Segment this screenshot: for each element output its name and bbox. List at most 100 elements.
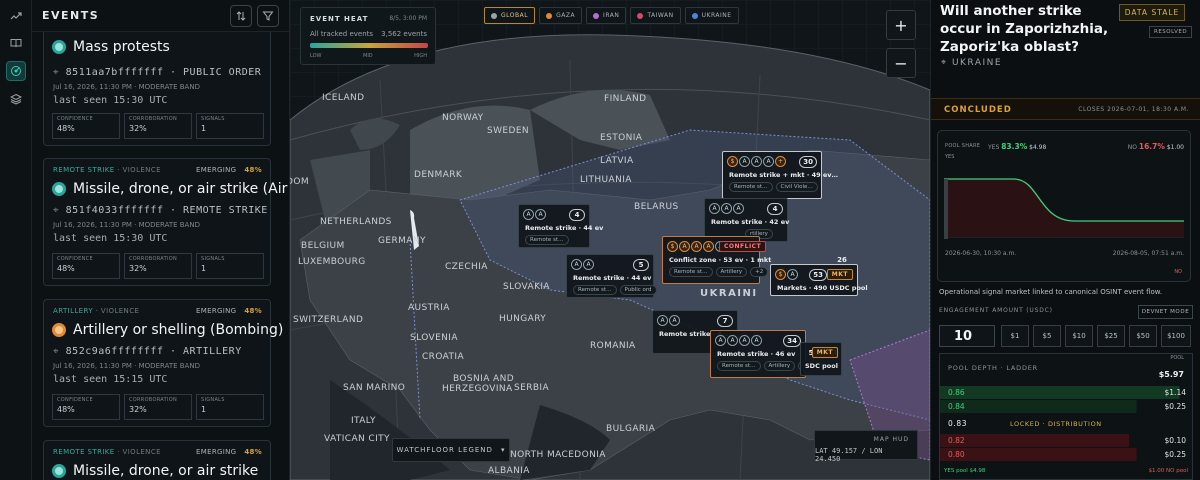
map-cluster[interactable]: $ A A A + 30 Remote strike + mkt · 49 ev… Re… [722,151,838,199]
corroboration-stat: CORROBORATION 32% [124,394,192,420]
chart-no-axis: NO [1174,269,1182,275]
no-amount: $1.00 [1166,144,1184,151]
map-cluster[interactable]: $AAAA CONFLICT Conflict zone · 53 ev · 1… [662,236,771,284]
event-card[interactable]: REMOTE STRIKE · VIOLENCE EMERGING 48% Mis… [43,440,271,480]
cluster-count: 53 [809,269,827,281]
zoom-in-button[interactable]: + [886,10,916,40]
pool-share-chart: POOL SHARE YES 83.3% $4.98 NO 16.7% $1.0… [937,130,1191,282]
event-heat-tracked: All tracked events [310,30,374,38]
ladder-volume: $0.25 [1164,402,1186,411]
cluster-avatars: $AAAA [667,241,726,252]
stat-label: CONFIDENCE [57,256,93,262]
event-card[interactable]: ARTILLERY · VIOLENCE EMERGING 48% Artille… [43,299,283,427]
trend-icon[interactable] [6,6,26,26]
chip-label: GLOBAL [501,12,529,19]
legend-label: WATCHFLOOR LEGEND [396,446,493,454]
map-label: BOSNIA AND [453,374,515,384]
map-label: CZECHIA [445,262,488,272]
filter-global[interactable]: GLOBAL [484,7,536,24]
stat-value: 48% [57,124,75,133]
status-dot-icon [52,323,66,337]
map-label: ICELAND [322,93,365,103]
quick-amount-button[interactable]: $1 [1001,325,1029,347]
quick-amount-button[interactable]: $5 [1033,325,1061,347]
stat-label: CORROBORATION [129,256,177,262]
cluster-pill: Remote st… [573,285,617,295]
event-card[interactable]: REMOTE STRIKE · VIOLENCE EMERGING 48% Mis… [43,158,287,286]
zoom-out-button[interactable]: − [886,48,916,78]
ladder-row-yes[interactable]: 0.84 $0.25 [940,400,1192,413]
stat-value: 1 [201,405,207,414]
radar-icon[interactable] [6,61,26,81]
sort-button[interactable] [230,5,252,27]
map-cluster[interactable]: AA 4 Remote strike · 44 ev Remote st… [518,204,603,248]
filter-taiwan[interactable]: TAIWAN [630,7,681,24]
cluster-title: Remote strike + mkt · 49 ev… [729,171,839,179]
quick-amount-button[interactable]: $25 [1097,325,1125,347]
map-label: SLOVENIA [410,333,458,343]
event-stats: CONFIDENCE 48% CORROBORATION 32% SIGNALS 1 [52,394,264,420]
quick-amount-button[interactable]: $100 [1161,325,1191,347]
map-label: SERBIA [514,383,550,393]
stat-label: CONFIDENCE [57,116,93,122]
pin-icon: ⌖ [53,205,66,216]
chip-label: UKRAINE [701,12,732,19]
cluster-count: 5 [633,259,649,271]
event-card-head: Artillery or shelling (Bombing) [52,322,283,338]
event-date: Jul 16, 2026, 11:30 PM · MODERATE BAND [53,362,200,370]
event-last-seen: last seen 15:30 UTC [53,233,168,244]
map-cluster[interactable]: AA 5 Remote strike · 44 ev Remote st… Pub… [566,254,657,298]
event-name: Missile, drone, or air strike [73,463,259,479]
events-title: EVENTS [42,9,100,22]
chip-label: IRAN [603,12,620,19]
ladder-volume: $1.14 [1164,388,1186,397]
event-last-seen: last seen 15:15 UTC [53,374,168,385]
ladder-price: 0.80 [948,450,965,459]
cluster-pill: Artillery [763,361,796,371]
ladder-volume: $0.25 [1164,450,1186,459]
emerging-label: EMERGING [196,307,237,315]
event-category: REMOTE STRIKE · VIOLENCE [53,166,161,174]
quick-amount-button[interactable]: $10 [1065,325,1093,347]
ladder-row-yes[interactable]: 0.86 $1.14 [940,386,1192,399]
book-icon[interactable] [6,33,26,53]
engagement-label: ENGAGEMENT AMOUNT (USDC) [939,307,1053,314]
event-last-seen: last seen 15:30 UTC [53,95,168,106]
hud-coords: LAT 49.157 / LON 24.450 [815,447,883,463]
cluster-avatars: $ A A A + [727,156,786,167]
filter-button[interactable] [257,5,279,27]
hud-title: MAP HUD [873,436,909,443]
emerging-pct: 48% [244,166,262,174]
watchfloor-legend-button[interactable]: WATCHFLOOR LEGEND ▾ [392,438,510,462]
cluster-pill: Civil Viole… [775,182,818,192]
stat-value: 1 [201,264,207,273]
pin-icon: ⌖ [53,346,66,357]
map-view[interactable]: ICELAND FINLAND NORWAY SWEDEN ESTONIA LA… [290,0,930,480]
map-cluster[interactable]: AAAA 34 Remote strike · 46 ev Remote st…… [710,330,817,378]
chevron-down-icon: ▾ [500,446,506,454]
map-cluster[interactable]: $ A 53 MKT Markets · 490 USDC pool [770,264,868,296]
filter-iran[interactable]: IRAN [586,7,627,24]
amount-input[interactable]: 10 [939,325,995,347]
map-label: BELGIUM [301,241,345,251]
map-cluster[interactable]: 5 MKT SDC pool [800,342,842,376]
confidence-stat: CONFIDENCE 48% [52,394,120,420]
map-label: SLOVAKIA [503,282,550,292]
heat-gradient-bar [310,43,428,48]
ladder-row-no[interactable]: 0.82 $0.10 [940,434,1192,447]
map-label: CROATIA [422,352,465,362]
devnet-mode-button[interactable]: DEVNET MODE [1138,305,1193,319]
map-label: SWITZERLAND [293,315,364,325]
filter-ukraine[interactable]: UKRAINE [684,7,739,24]
filter-gaza[interactable]: GAZA [539,7,583,24]
ladder-footer: YES pool $4.98 $1.00 NO pool [940,466,1192,479]
cluster-title: Conflict zone · 53 ev · 1 mkt [669,256,772,264]
ladder-price: 0.82 [948,436,965,445]
layers-icon[interactable] [6,89,26,109]
emerging-badge: EMERGING 48% [196,448,262,456]
event-hash: ⌖ 852c9a6ffffffff · ARTILLERY [53,346,242,357]
emerging-pct: 48% [244,307,262,315]
event-card-head: Missile, drone, or air strike [52,463,258,479]
ladder-row-no[interactable]: 0.80 $0.25 [940,448,1192,461]
quick-amount-button[interactable]: $50 [1129,325,1157,347]
